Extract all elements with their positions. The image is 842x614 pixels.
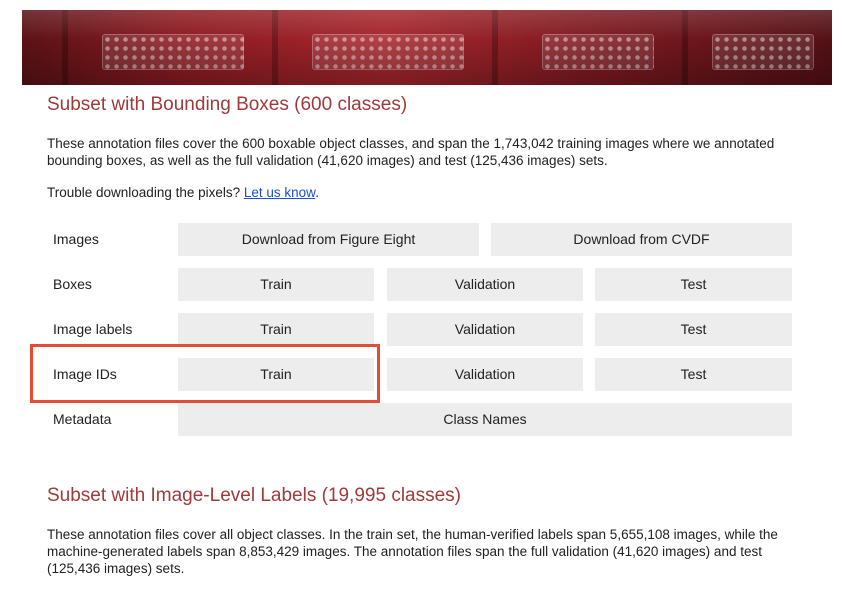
class-names-button[interactable]: Class Names bbox=[178, 403, 792, 436]
download-cvdf-button[interactable]: Download from CVDF bbox=[491, 223, 792, 256]
section-description-bounding-boxes: These annotation files cover the 600 box… bbox=[47, 136, 775, 168]
image-labels-validation-button[interactable]: Validation bbox=[387, 313, 583, 346]
row-label-metadata: Metadata bbox=[53, 411, 112, 427]
row-label-image-labels: Image labels bbox=[53, 321, 133, 337]
trouble-prefix: Trouble downloading the pixels? bbox=[47, 185, 244, 200]
row-label-boxes: Boxes bbox=[53, 276, 92, 292]
boxes-train-button[interactable]: Train bbox=[178, 268, 374, 301]
image-ids-validation-button[interactable]: Validation bbox=[387, 358, 583, 391]
section-description-image-level-labels: These annotation files cover all object … bbox=[47, 527, 778, 576]
row-label-images: Images bbox=[53, 231, 99, 247]
section-title-bounding-boxes: Subset with Bounding Boxes (600 classes) bbox=[47, 94, 408, 115]
download-figure-eight-button[interactable]: Download from Figure Eight bbox=[178, 223, 479, 256]
image-ids-test-button[interactable]: Test bbox=[595, 358, 792, 391]
trouble-suffix: . bbox=[315, 185, 319, 200]
header-banner bbox=[22, 10, 832, 85]
banner-shine bbox=[22, 10, 832, 85]
image-labels-test-button[interactable]: Test bbox=[595, 313, 792, 346]
image-ids-train-highlight bbox=[30, 344, 380, 403]
let-us-know-link[interactable]: Let us know bbox=[244, 185, 315, 200]
boxes-test-button[interactable]: Test bbox=[595, 268, 792, 301]
section-title-image-level-labels: Subset with Image-Level Labels (19,995 c… bbox=[47, 485, 462, 506]
trouble-downloading-text: Trouble downloading the pixels? Let us k… bbox=[47, 184, 807, 201]
image-labels-train-button[interactable]: Train bbox=[178, 313, 374, 346]
boxes-validation-button[interactable]: Validation bbox=[387, 268, 583, 301]
